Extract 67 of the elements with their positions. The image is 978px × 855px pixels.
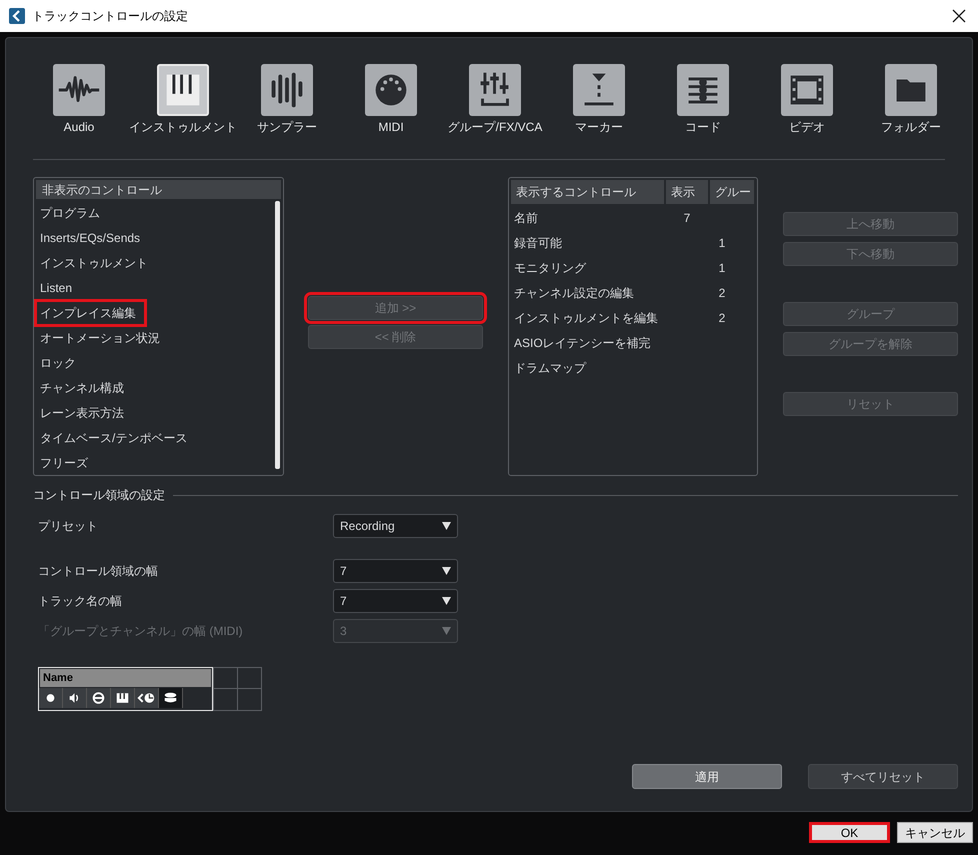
track-type-label: マーカー bbox=[575, 119, 623, 135]
scrollbar-thumb[interactable] bbox=[275, 201, 280, 469]
list-item[interactable]: オートメーション状況 bbox=[37, 326, 163, 348]
list-header: 非表示のコントロール bbox=[36, 180, 281, 199]
list-item[interactable]: Inserts/EQs/Sends bbox=[37, 226, 144, 248]
list-item[interactable]: レーン表示方法 bbox=[37, 402, 127, 424]
table-cell-text: モニタリング bbox=[514, 260, 588, 276]
track-type-button[interactable] bbox=[885, 64, 937, 116]
track-type-button[interactable] bbox=[781, 64, 833, 116]
table-cell-text: 7 bbox=[682, 210, 692, 226]
track-type-button[interactable] bbox=[261, 64, 313, 116]
dropdown[interactable]: Recording bbox=[333, 514, 458, 538]
panel-button[interactable]: 適用 bbox=[632, 764, 782, 789]
track-type-label: ビデオ bbox=[789, 119, 825, 135]
app-icon bbox=[9, 8, 25, 24]
table-cell-text: 1 bbox=[718, 234, 726, 252]
list-item[interactable]: フリーズ bbox=[37, 452, 91, 474]
table-cell-text: 1 bbox=[718, 260, 726, 276]
setting-label: 「グループとチャンネル」の幅 (MIDI) bbox=[38, 622, 244, 640]
preview-name-header: Name bbox=[40, 669, 211, 687]
setting-label: プリセット bbox=[38, 518, 99, 534]
list-item[interactable]: インストゥルメント bbox=[37, 252, 151, 274]
table-cell-text: チャンネル設定の編集 bbox=[514, 284, 635, 302]
setting-label: トラック名の幅 bbox=[38, 592, 123, 610]
window-title: トラックコントロールの設定 bbox=[32, 8, 188, 25]
track-type-button[interactable] bbox=[573, 64, 625, 116]
column-header[interactable]: グルー bbox=[710, 180, 754, 204]
list-item[interactable]: タイムベース/テンポベース bbox=[37, 426, 190, 448]
list-item[interactable]: ロック bbox=[37, 352, 79, 374]
dialog-button[interactable]: キャンセル bbox=[897, 822, 973, 843]
table-cell-text: 名前 bbox=[514, 210, 539, 226]
table-cell-text: 2 bbox=[718, 284, 726, 302]
track-type-label: コード bbox=[685, 119, 721, 135]
track-type-label: インストゥルメント bbox=[129, 119, 237, 135]
dropdown-arrow-icon bbox=[442, 522, 451, 530]
track-type-button[interactable] bbox=[365, 64, 417, 116]
column-header[interactable]: 表示するコントロール bbox=[511, 180, 664, 204]
list-item[interactable]: チャンネル構成 bbox=[37, 376, 127, 398]
track-type-button[interactable] bbox=[157, 64, 209, 116]
track-type-label: サンプラー bbox=[257, 119, 317, 135]
track-type-button[interactable] bbox=[469, 64, 521, 116]
list-item[interactable]: プログラム bbox=[37, 202, 103, 224]
empty-slot-grid bbox=[213, 667, 262, 711]
track-type-label: グループ/FX/VCA bbox=[448, 119, 542, 135]
dropdown-arrow-icon bbox=[442, 566, 451, 574]
table-cell-text: ASIOレイテンシーを補完 bbox=[514, 334, 652, 352]
track-type-button[interactable] bbox=[677, 64, 729, 116]
table-cell-text: 2 bbox=[718, 310, 726, 326]
dialog-button[interactable]: OK bbox=[809, 822, 890, 843]
track-type-button[interactable] bbox=[53, 64, 105, 116]
close-icon bbox=[952, 9, 966, 23]
section-title: コントロール領域の設定 bbox=[33, 487, 165, 504]
column-header[interactable]: 表示 bbox=[666, 180, 708, 204]
dropdown-arrow-icon bbox=[442, 626, 451, 634]
table-cell-text: ドラムマップ bbox=[514, 360, 588, 376]
panel-button[interactable]: すべてリセット bbox=[808, 764, 958, 789]
list-item[interactable]: Listen bbox=[37, 276, 76, 298]
table-cell-text: インストゥルメントを編集 bbox=[514, 310, 659, 326]
dropdown-arrow-icon bbox=[442, 596, 451, 604]
track-type-label: Audio bbox=[64, 119, 94, 135]
dropdown[interactable]: 7 bbox=[333, 588, 458, 612]
list-item[interactable]: インプレイス編集 bbox=[37, 302, 144, 324]
track-type-label: MIDI bbox=[378, 119, 404, 135]
track-type-label: フォルダー bbox=[881, 119, 941, 135]
table-cell-text: 録音可能 bbox=[514, 234, 563, 252]
setting-label: コントロール領域の幅 bbox=[38, 562, 159, 580]
dropdown[interactable]: 7 bbox=[333, 558, 458, 582]
